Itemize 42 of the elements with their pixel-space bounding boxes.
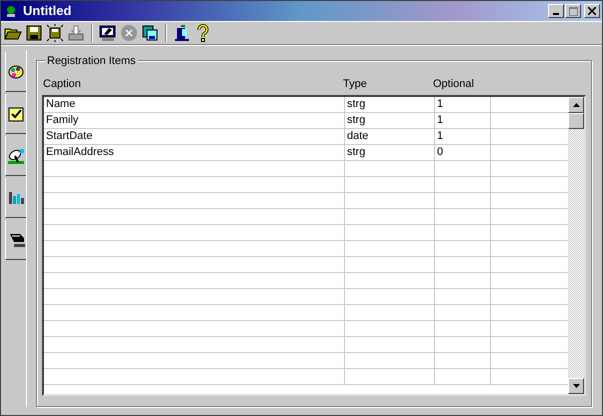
save-icon[interactable] [25, 24, 43, 42]
column-header[interactable]: Optional [433, 76, 489, 92]
side-tab[interactable] [5, 52, 27, 92]
table-cell: 1 [435, 129, 491, 144]
door-icon[interactable] [173, 24, 191, 42]
close-icon [588, 7, 596, 15]
side-tab[interactable] [5, 136, 27, 176]
tray-icon[interactable] [67, 24, 85, 42]
checkbox-icon [7, 104, 25, 122]
scroll-down-button[interactable] [568, 378, 584, 394]
column-header[interactable]: Type [343, 76, 433, 92]
side-tab[interactable] [5, 178, 27, 218]
table-cell: 0 [435, 145, 491, 160]
maximize-button[interactable] [565, 4, 581, 18]
floppy-disk-icon[interactable] [46, 24, 64, 42]
table-cell: strg [345, 113, 435, 128]
scroll-up-button[interactable] [568, 97, 584, 113]
table-cell: Family [44, 113, 345, 128]
table-cell: 1 [435, 113, 491, 128]
table-cell: strg [345, 97, 435, 112]
vertical-scrollbar[interactable] [568, 97, 584, 394]
side-tab[interactable] [5, 220, 27, 260]
side-tab[interactable] [5, 94, 27, 134]
maximize-icon [568, 6, 578, 16]
monitor-icon[interactable] [99, 24, 117, 42]
up-arrow-icon [572, 103, 580, 107]
table-cell: Name [44, 97, 345, 112]
table-cell: StartDate [44, 129, 345, 144]
satellite-dish-icon [7, 146, 25, 164]
down-arrow-icon [572, 384, 580, 388]
table-cell: 1 [435, 97, 491, 112]
minimize-button[interactable] [548, 4, 564, 18]
palette-icon [7, 62, 25, 80]
group-title: Registration Items [45, 53, 138, 70]
table-cell: date [345, 129, 435, 144]
column-header[interactable]: Caption [42, 76, 343, 92]
window-title: Untitled [23, 2, 72, 20]
scroll-thumb[interactable] [568, 113, 584, 129]
table-cell: EmailAddress [44, 145, 345, 160]
table-cell: strg [345, 145, 435, 160]
close-button[interactable] [584, 4, 600, 18]
copy-icon[interactable] [141, 24, 159, 42]
